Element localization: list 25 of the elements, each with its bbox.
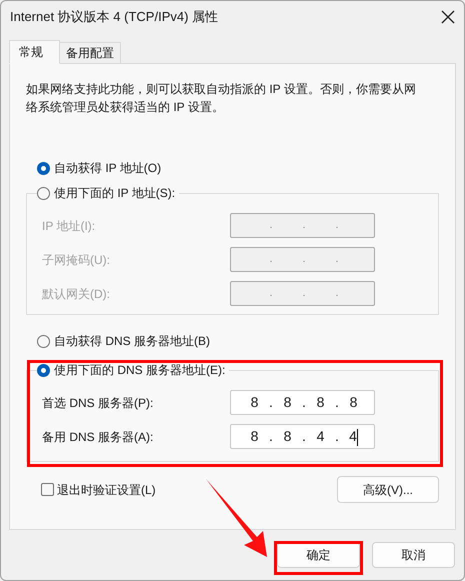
radio-label: 使用下面的 IP 地址(S):	[54, 185, 176, 202]
tab[interactable]: 备用配置	[60, 42, 121, 64]
cancel-button[interactable]: 取消	[372, 542, 455, 568]
description-text: 如果网络支持此功能，则可以获取自动指派的 IP 设置。否则，你需要从网络系统管理员处获得适当的 IP 设置。	[26, 81, 417, 116]
checkbox-label: 退出时验证设置(L)	[57, 482, 156, 498]
ok-button[interactable]: 确定	[277, 542, 360, 568]
checkbox[interactable]	[41, 483, 54, 496]
advanced-button[interactable]: 高级(V)...	[337, 476, 439, 503]
field-label: 子网掩码(U):	[41, 252, 111, 268]
radio-button[interactable]	[37, 186, 50, 200]
radio-label: 自动获得 IP 地址(O)	[54, 160, 162, 177]
field-label: 备用 DNS 服务器(A):	[41, 428, 154, 446]
ip-address-field[interactable]: 8 . 8 . 8 . 8	[230, 390, 375, 415]
radio-label: 自动获得 DNS 服务器地址(B)	[54, 333, 210, 350]
radio-label: 使用下面的 DNS 服务器地址(E):	[54, 362, 226, 379]
radio-button[interactable]	[37, 162, 50, 174]
radio-button[interactable]	[37, 334, 50, 348]
tab[interactable]: 常规	[9, 40, 60, 64]
ip-address-field[interactable]: 8 . 8 . 4 . 4	[230, 424, 375, 449]
window-title: Internet 协议版本 4 (TCP/IPv4) 属性	[10, 8, 218, 26]
field-label: IP 地址(I):	[41, 218, 96, 234]
radio-button[interactable]	[37, 364, 50, 376]
field-label: 默认网关(D):	[41, 286, 111, 302]
field-label: 首选 DNS 服务器(P):	[41, 394, 154, 412]
close-icon[interactable]	[441, 10, 455, 24]
